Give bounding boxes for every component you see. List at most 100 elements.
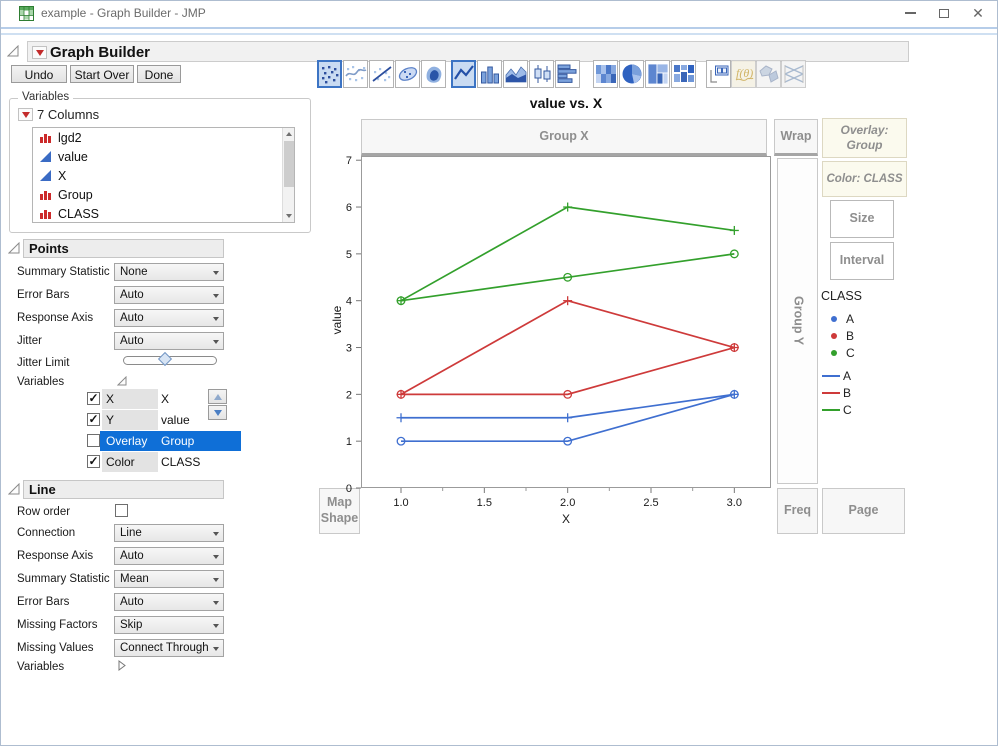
list-item[interactable]: X	[33, 166, 294, 185]
jitter-select[interactable]: Auto	[114, 332, 224, 350]
formula-icon[interactable]: f(θ)	[731, 60, 756, 88]
graph-builder-header: Graph Builder	[27, 41, 909, 62]
contour-icon[interactable]	[421, 60, 446, 88]
legend-line-item[interactable]: C	[821, 402, 905, 419]
field-label: Connection	[17, 527, 76, 539]
scrollbar-thumb[interactable]	[284, 141, 294, 187]
svg-text:1: 1	[346, 436, 352, 448]
role-cell[interactable]: Overlay	[100, 431, 158, 451]
connection-select[interactable]: Line	[114, 524, 224, 542]
pie-icon[interactable]	[619, 60, 644, 88]
legend-line-item[interactable]: A	[821, 368, 905, 385]
jitter-limit-slider[interactable]	[123, 351, 217, 367]
field-label: Error Bars	[17, 596, 70, 608]
treemap-icon[interactable]	[645, 60, 670, 88]
svg-text:7: 7	[346, 155, 352, 167]
missing-factors-select[interactable]: Skip	[114, 616, 224, 634]
checkbox-unchecked[interactable]	[87, 434, 100, 447]
bar-icon[interactable]	[477, 60, 502, 88]
outline-disclosure-icon[interactable]	[7, 45, 19, 57]
scroll-down-icon[interactable]	[283, 210, 295, 222]
smoother-icon[interactable]	[343, 60, 368, 88]
point-marker-icon	[831, 333, 837, 339]
summary-statistic-select[interactable]: None	[114, 263, 224, 281]
undo-button[interactable]: Undo	[11, 65, 67, 83]
checkbox-checked[interactable]: ✓	[87, 392, 100, 405]
legend-point-item[interactable]: B	[821, 328, 905, 345]
move-up-icon[interactable]	[208, 389, 227, 404]
point-marker-icon	[831, 350, 837, 356]
legend-line-item[interactable]: B	[821, 385, 905, 402]
error-bars-select[interactable]: Auto	[114, 286, 224, 304]
drop-zone-group-y[interactable]: Group Y	[777, 158, 818, 484]
plot-area[interactable]: 0 1 2 3 4 5 6 7 1.0 1.5 2.0 2.5 3.0	[346, 155, 771, 509]
points-icon[interactable]	[317, 60, 342, 88]
points-section-header[interactable]: Points	[23, 239, 224, 258]
points-disclosure-icon[interactable]	[8, 242, 20, 254]
svg-text:1.5: 1.5	[477, 497, 492, 509]
start-over-button[interactable]: Start Over	[70, 65, 134, 83]
missing-values-select[interactable]: Connect Through	[114, 639, 224, 657]
role-cell[interactable]: Y	[102, 410, 158, 430]
drop-zone-group-x[interactable]: Group X	[361, 119, 767, 156]
role-row-overlay[interactable]: Overlay Group	[85, 431, 243, 452]
slider-thumb[interactable]	[157, 351, 173, 367]
field-label: Summary Statistic	[17, 573, 110, 585]
done-button[interactable]: Done	[137, 65, 181, 83]
list-item[interactable]: Group	[33, 185, 294, 204]
ellipse-icon[interactable]	[395, 60, 420, 88]
move-down-icon[interactable]	[208, 405, 227, 420]
points-variables-disclosure-icon[interactable]	[117, 376, 127, 386]
area-icon[interactable]	[503, 60, 528, 88]
field-label: Jitter	[17, 335, 42, 347]
heatmap-icon[interactable]	[593, 60, 618, 88]
jmp-table-icon	[19, 6, 34, 26]
red-triangle-menu-icon[interactable]	[32, 46, 47, 59]
chevron-down-icon	[213, 555, 219, 559]
drop-zone-wrap[interactable]: Wrap	[774, 119, 818, 156]
caption-box-icon[interactable]	[706, 60, 731, 88]
columns-red-triangle-icon[interactable]	[18, 108, 33, 121]
scroll-up-icon[interactable]	[283, 128, 295, 140]
list-item[interactable]: CLASS	[33, 204, 294, 223]
line-response-axis-select[interactable]: Auto	[114, 547, 224, 565]
drop-zone-freq[interactable]: Freq	[777, 488, 818, 534]
map-shapes-icon[interactable]	[756, 60, 781, 88]
role-cell[interactable]: Color	[102, 452, 158, 472]
line-of-fit-icon[interactable]	[369, 60, 394, 88]
box-plot-icon[interactable]	[529, 60, 554, 88]
drop-zone-overlay[interactable]: Overlay: Group	[822, 118, 907, 158]
line-error-bars-select[interactable]: Auto	[114, 593, 224, 611]
row-order-checkbox[interactable]	[115, 504, 128, 517]
legend-point-item[interactable]: C	[821, 345, 905, 362]
columns-list-scrollbar[interactable]	[282, 128, 294, 222]
role-cell[interactable]: X	[102, 389, 158, 409]
role-row-color[interactable]: ✓ Color CLASS	[85, 452, 243, 473]
role-value: Group	[158, 431, 241, 451]
list-item[interactable]: lgd2	[33, 128, 294, 147]
line-variables-disclosure-icon[interactable]	[118, 660, 127, 671]
drop-zone-map-shape[interactable]: Map Shape	[319, 488, 360, 534]
drop-zone-interval[interactable]: Interval	[830, 242, 894, 280]
response-axis-select[interactable]: Auto	[114, 309, 224, 327]
line-icon[interactable]	[451, 60, 476, 88]
columns-list[interactable]: lgd2 value X Group CLASS	[32, 127, 295, 223]
histogram-icon[interactable]	[555, 60, 580, 88]
list-item[interactable]: value	[33, 147, 294, 166]
checkbox-checked[interactable]: ✓	[87, 413, 100, 426]
drop-zone-size[interactable]: Size	[830, 200, 894, 238]
mosaic-icon[interactable]	[671, 60, 696, 88]
maximize-icon[interactable]	[927, 1, 961, 25]
minimize-icon[interactable]	[893, 1, 927, 25]
close-icon[interactable]: ✕	[961, 1, 995, 25]
line-disclosure-icon[interactable]	[8, 483, 20, 495]
svg-text:5: 5	[346, 249, 352, 261]
drop-zone-page[interactable]: Page	[822, 488, 905, 534]
parallel-plot-icon[interactable]	[781, 60, 806, 88]
line-summary-statistic-select[interactable]: Mean	[114, 570, 224, 588]
line-swatch-icon	[822, 409, 840, 411]
checkbox-checked[interactable]: ✓	[87, 455, 100, 468]
drop-zone-color[interactable]: Color: CLASS	[822, 161, 907, 197]
legend-point-item[interactable]: A	[821, 311, 905, 328]
line-section-header[interactable]: Line	[23, 480, 224, 499]
